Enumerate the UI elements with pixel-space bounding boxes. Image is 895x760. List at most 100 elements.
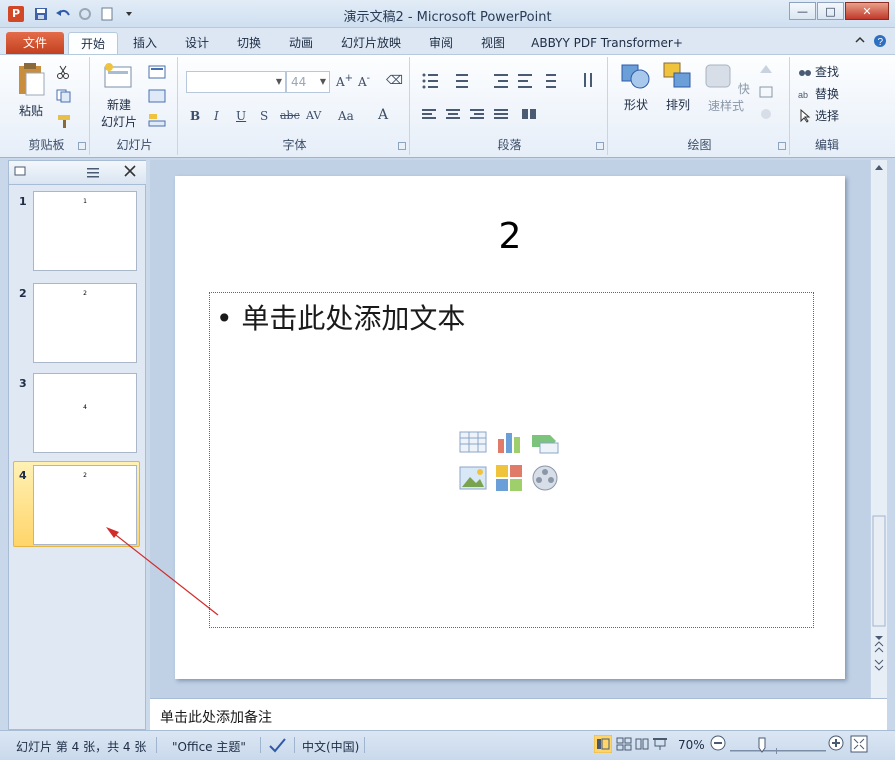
- tab-abbyy[interactable]: ABBYY PDF Transformer+: [528, 32, 686, 54]
- maximize-button[interactable]: □: [817, 2, 844, 20]
- normal-view-icon[interactable]: [593, 734, 613, 756]
- notes-pane[interactable]: 单击此处添加备注: [150, 698, 887, 730]
- language-status[interactable]: 中文(中国): [302, 738, 359, 755]
- drawing-launcher-icon[interactable]: [778, 142, 786, 150]
- arrange-label: 排列: [665, 98, 690, 112]
- select-button[interactable]: 选择: [798, 107, 839, 124]
- shapes-button[interactable]: 形状: [616, 61, 656, 113]
- slide-2-thumbnail[interactable]: 2: [33, 283, 137, 363]
- font-launcher-icon[interactable]: [398, 142, 406, 150]
- zoom-slider-thumb[interactable]: [758, 737, 766, 756]
- insert-smartart-icon[interactable]: [530, 427, 560, 457]
- close-pane-icon[interactable]: [123, 164, 143, 182]
- insert-media-icon[interactable]: [530, 463, 560, 493]
- body-placeholder-text[interactable]: • 单击此处添加文本: [216, 297, 465, 337]
- close-button[interactable]: ✕: [845, 2, 889, 20]
- tab-transitions[interactable]: 切换: [228, 32, 270, 54]
- shape-effects-icon[interactable]: [758, 107, 774, 121]
- minimize-ribbon-icon[interactable]: [855, 34, 865, 51]
- paste-icon: [19, 63, 45, 96]
- shapes-icon: [621, 64, 650, 89]
- slide-sorter-icon[interactable]: [616, 736, 632, 755]
- paste-button[interactable]: 粘贴: [12, 61, 50, 119]
- replace-button[interactable]: ab 替换: [798, 85, 839, 102]
- zoom-level[interactable]: 70%: [678, 738, 705, 752]
- tab-review[interactable]: 审阅: [420, 32, 462, 54]
- slide-1-thumbnail[interactable]: 1: [33, 191, 137, 271]
- section-button[interactable]: [148, 113, 166, 127]
- slide-4-thumbnail[interactable]: 2: [33, 465, 137, 545]
- fit-to-window-icon[interactable]: [850, 735, 868, 756]
- tab-design[interactable]: 设计: [176, 32, 218, 54]
- font-name-combo[interactable]: ▼: [186, 71, 286, 93]
- reset-icon: [148, 89, 166, 103]
- bold-button[interactable]: B: [190, 109, 200, 123]
- grow-font-button[interactable]: A+: [336, 73, 353, 89]
- arrange-button[interactable]: 排列: [658, 61, 698, 113]
- shadow-button[interactable]: S: [260, 109, 268, 123]
- font-group-label: 字体: [282, 138, 307, 152]
- clipboard-launcher-icon[interactable]: [78, 142, 86, 150]
- slideshow-view-icon[interactable]: [652, 736, 668, 755]
- slides-tab[interactable]: [13, 164, 65, 182]
- vertical-scrollbar[interactable]: [870, 160, 887, 698]
- copy-button[interactable]: [56, 89, 74, 103]
- format-painter-button[interactable]: [56, 113, 72, 129]
- clear-formatting-icon[interactable]: ⌫: [386, 73, 403, 87]
- notes-placeholder[interactable]: 单击此处添加备注: [160, 707, 272, 727]
- tab-home[interactable]: 开始: [68, 32, 118, 54]
- quick-styles-button[interactable]: 快速样式: [700, 61, 752, 114]
- font-size-value: 44: [291, 75, 307, 89]
- underline-button[interactable]: U: [236, 109, 246, 123]
- window-controls: — □ ✕: [789, 2, 889, 20]
- minimize-button[interactable]: —: [789, 2, 816, 20]
- font-color-button[interactable]: A: [378, 107, 388, 123]
- slide-title[interactable]: 2: [175, 216, 845, 257]
- slides-group: 新建 幻灯片 幻灯片: [92, 57, 178, 155]
- ribbon-extra: ?: [855, 34, 887, 51]
- tab-animations[interactable]: 动画: [280, 32, 322, 54]
- reading-view-icon[interactable]: [634, 736, 650, 755]
- font-size-combo[interactable]: 44 ▼: [286, 71, 330, 93]
- new-slide-button[interactable]: 新建 幻灯片: [96, 61, 142, 130]
- shape-fill-icon[interactable]: [758, 63, 774, 77]
- paragraph-launcher-icon[interactable]: [596, 142, 604, 150]
- zoom-slider[interactable]: [730, 743, 826, 757]
- insert-table-icon[interactable]: [458, 427, 488, 457]
- reset-slide-button[interactable]: [148, 89, 166, 103]
- slide-2-number: 2: [19, 287, 27, 300]
- spell-check-icon[interactable]: [268, 736, 288, 757]
- outline-tab[interactable]: [67, 164, 119, 182]
- shape-outline-icon[interactable]: [758, 85, 774, 99]
- tab-insert[interactable]: 插入: [124, 32, 166, 54]
- editing-group: 查找 ab 替换 选择 编辑: [792, 57, 862, 155]
- char-spacing-button[interactable]: AV: [306, 109, 321, 122]
- title-bar: P 演示文稿2 - Microsoft PowerPoint — □ ✕: [0, 0, 895, 28]
- find-button[interactable]: 查找: [798, 63, 839, 80]
- list-indent-icons[interactable]: [420, 71, 600, 91]
- italic-button[interactable]: I: [214, 109, 219, 123]
- slide-1-number: 1: [19, 195, 27, 208]
- insert-chart-icon[interactable]: [494, 427, 524, 457]
- zoom-out-icon[interactable]: [710, 735, 726, 754]
- shrink-font-button[interactable]: A-: [358, 73, 370, 89]
- tab-file[interactable]: 文件: [6, 32, 64, 54]
- slide-3-thumbnail[interactable]: 4: [33, 373, 137, 453]
- slide-count-status: 幻灯片 第 4 张，共 4 张: [16, 740, 147, 754]
- replace-icon: ab: [798, 90, 808, 100]
- strikethrough-button[interactable]: abc: [280, 109, 300, 122]
- change-case-button[interactable]: Aa: [338, 109, 354, 123]
- cut-button[interactable]: [56, 65, 70, 79]
- insert-picture-icon[interactable]: [458, 463, 488, 493]
- content-placeholder[interactable]: • 单击此处添加文本: [209, 292, 814, 628]
- alignment-icons[interactable]: [420, 107, 600, 123]
- help-icon[interactable]: ?: [873, 34, 887, 51]
- tab-view[interactable]: 视图: [472, 32, 514, 54]
- zoom-in-icon[interactable]: [828, 735, 844, 754]
- tab-slideshow[interactable]: 幻灯片放映: [334, 32, 408, 54]
- theme-status[interactable]: "Office 主题": [172, 738, 246, 755]
- layout-button[interactable]: [148, 65, 166, 79]
- slide-canvas[interactable]: 2 • 单击此处添加文本: [175, 176, 845, 679]
- copy-icon: [56, 89, 71, 103]
- insert-clipart-icon[interactable]: [494, 463, 524, 493]
